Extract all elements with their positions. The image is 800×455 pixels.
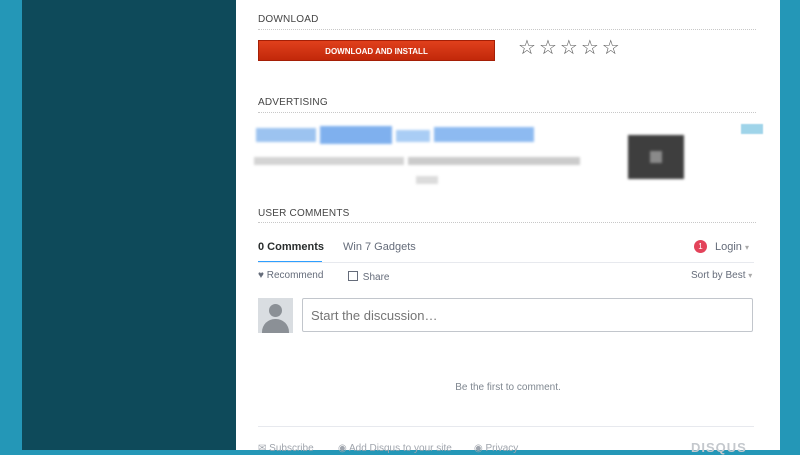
subscribe-label: Subscribe: [269, 443, 314, 454]
login-label[interactable]: Login: [715, 241, 742, 253]
comment-input[interactable]: [302, 298, 753, 332]
share-icon: [348, 271, 358, 281]
download-section-title: DOWNLOAD: [258, 14, 319, 25]
advertising-section-title: ADVERTISING: [258, 97, 328, 108]
download-install-button[interactable]: DOWNLOAD AND INSTALL: [258, 40, 495, 61]
envelope-icon: ✉: [258, 443, 267, 454]
star-icon[interactable]: ☆: [581, 37, 599, 59]
ad-text-blur: [254, 157, 584, 169]
privacy-link[interactable]: ◉ Privacy: [474, 443, 518, 454]
tab-comments-count[interactable]: 0 Comments: [258, 241, 324, 253]
left-panel: [22, 0, 236, 450]
chevron-down-icon: ▾: [744, 243, 749, 252]
tab-divider: [258, 262, 754, 263]
recommend-button[interactable]: ♥ Recommend: [258, 270, 323, 281]
star-icon[interactable]: ☆: [602, 37, 620, 59]
notification-badge[interactable]: 1: [694, 240, 707, 253]
star-icon[interactable]: ☆: [539, 37, 557, 59]
star-icon[interactable]: ☆: [518, 37, 536, 59]
ad-headline-blur: [256, 124, 536, 146]
divider: [258, 222, 756, 223]
footer-divider: [258, 426, 754, 427]
login-menu[interactable]: Login ▾: [715, 241, 749, 253]
page-content: DOWNLOAD DOWNLOAD AND INSTALL ☆ ☆ ☆ ☆ ☆ …: [236, 0, 780, 455]
sort-label: Sort by Best: [691, 270, 746, 281]
recommend-label: Recommend: [266, 270, 324, 281]
divider: [258, 112, 756, 113]
chevron-down-icon: ▾: [748, 271, 753, 280]
user-comments-section-title: USER COMMENTS: [258, 208, 350, 219]
subscribe-link[interactable]: ✉ Subscribe: [258, 443, 314, 454]
disqus-logo[interactable]: DISQUS: [691, 440, 747, 455]
user-avatar: [258, 298, 293, 333]
heart-icon: ♥: [258, 270, 264, 281]
divider: [258, 29, 756, 30]
star-icon[interactable]: ☆: [560, 37, 578, 59]
share-button[interactable]: Share: [348, 270, 389, 283]
lock-icon: ◉: [474, 443, 483, 454]
add-disqus-label: Add Disqus to your site: [348, 443, 452, 454]
ad-choices-icon[interactable]: [741, 124, 763, 134]
empty-comments-message: Be the first to comment.: [455, 382, 561, 393]
rating-stars[interactable]: ☆ ☆ ☆ ☆ ☆: [518, 37, 620, 59]
tab-community[interactable]: Win 7 Gadgets: [343, 241, 416, 253]
sort-dropdown[interactable]: Sort by Best ▾: [691, 270, 752, 281]
disqus-icon: ◉: [338, 443, 347, 454]
ad-text-blur: [416, 176, 438, 186]
share-label: Share: [362, 272, 390, 283]
ad-image: [628, 135, 684, 179]
privacy-label: Privacy: [485, 443, 519, 454]
add-disqus-link[interactable]: ◉ Add Disqus to your site: [338, 443, 452, 454]
